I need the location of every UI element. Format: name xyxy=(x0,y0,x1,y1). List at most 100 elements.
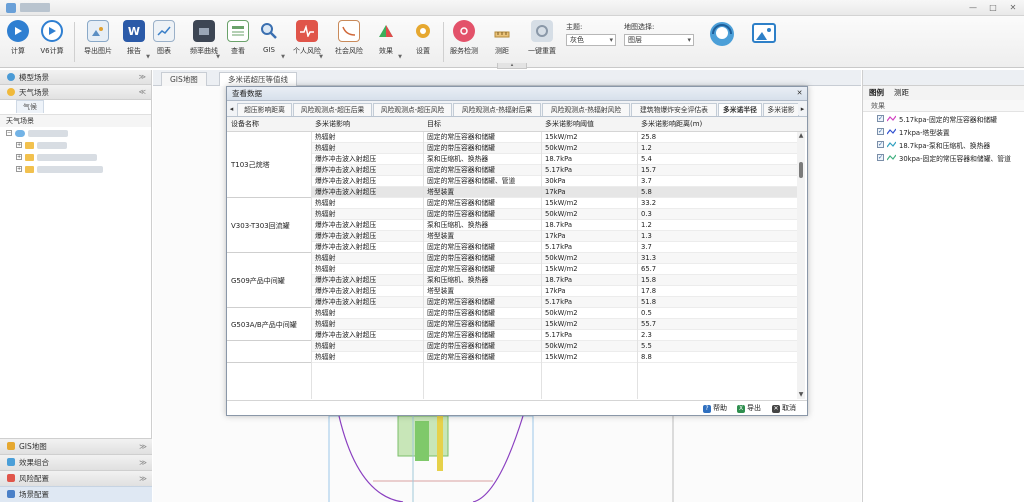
close-icon[interactable]: ✕ xyxy=(1006,2,1020,13)
table-row[interactable]: 热辐射 固定的常压容器和储罐 15kW/m2 55.7 xyxy=(311,319,797,330)
model-scene-header[interactable]: 模型场景 ≫ xyxy=(0,70,151,85)
tab-observe-thermal-risk[interactable]: 风险观测点-热辐射风险 xyxy=(542,103,630,116)
tree-node[interactable]: + xyxy=(0,163,151,175)
frequency-curve-button[interactable]: 频率曲线 ▼ xyxy=(186,20,222,60)
col-distance[interactable]: 多米诺影响距离(m) xyxy=(641,117,702,132)
expand-icon[interactable]: + xyxy=(16,166,22,172)
tab-measure[interactable]: 测距 xyxy=(894,86,909,100)
device-name-cell[interactable]: G509产品中间罐 xyxy=(231,276,285,286)
social-risk-button[interactable]: 社会风险 xyxy=(331,20,367,56)
effect-button[interactable]: 效果 ▼ xyxy=(368,20,404,60)
collapse-icon[interactable]: − xyxy=(6,130,12,136)
legend-checkbox[interactable]: ✓ xyxy=(877,128,884,135)
gis-button[interactable]: GIS ▼ xyxy=(251,20,287,60)
table-row[interactable]: 爆炸冲击波入射超压 固定的常压容器和储罐 5.17kPa 2.3 xyxy=(311,330,797,341)
tab-building-explosion-assessment[interactable]: 建筑物爆炸安全评估表 xyxy=(631,103,717,116)
col-device-name[interactable]: 设备名称 xyxy=(231,117,259,132)
device-name-cell[interactable]: V303-T303回流罐 xyxy=(231,221,290,231)
scene-config-item[interactable]: 场景配置 xyxy=(0,486,152,502)
cancel-button[interactable]: ✕ 取消 xyxy=(772,403,796,414)
device-name-cell[interactable]: G503A/B产品中间罐 xyxy=(231,320,297,330)
table-row[interactable]: 热辐射 固定的常压容器和储罐 15kW/m2 33.2 xyxy=(311,198,797,209)
measure-button[interactable]: 测距 xyxy=(484,20,520,56)
scroll-thumb[interactable] xyxy=(799,162,803,178)
chevron-down-icon[interactable]: ▼ xyxy=(398,54,402,60)
service-check-button[interactable]: 服务检测 xyxy=(446,20,482,56)
table-row[interactable]: 爆炸冲击波入射超压 泵和压缩机、换热器 18.7kPa 5.4 xyxy=(311,154,797,165)
legend-item[interactable]: ✓ 17kpa-塔型装置 xyxy=(863,125,1024,138)
device-name-cell[interactable]: T103己烷塔 xyxy=(231,160,270,170)
table-row[interactable]: 爆炸冲击波入射超压 塔型装置 17kPa 1.3 xyxy=(311,231,797,242)
table-row[interactable]: 爆炸冲击波入射超压 固定的常压容器和储罐 5.17kPa 15.7 xyxy=(311,165,797,176)
table-row[interactable]: 热辐射 固定的常压容器和储罐 15kW/m2 25.8 xyxy=(311,132,797,143)
settings-button[interactable]: 设置 xyxy=(405,20,441,56)
legend-checkbox[interactable]: ✓ xyxy=(877,115,884,122)
support-button[interactable] xyxy=(704,20,740,48)
tab-gis-map[interactable]: GIS地图 xyxy=(161,72,207,86)
effect-group-header[interactable]: 效果组合 ≫ xyxy=(0,454,152,470)
map-select[interactable]: 图层 xyxy=(624,34,694,46)
tab-domino-overpressure-contour[interactable]: 多米诺超压等值线 xyxy=(219,72,297,86)
table-row[interactable]: 热辐射 固定的常压容器和储罐 15kW/m2 8.8 xyxy=(311,352,797,363)
table-row[interactable]: 爆炸冲击波入射超压 泵和压缩机、换热器 18.7kPa 1.2 xyxy=(311,220,797,231)
tree-node[interactable]: + xyxy=(0,151,151,163)
one-click-reset-button[interactable]: 一键重置 xyxy=(524,20,560,56)
export-button[interactable]: X 导出 xyxy=(737,403,761,414)
col-domino-effect[interactable]: 多米诺影响 xyxy=(315,117,350,132)
table-row[interactable]: 爆炸冲击波入射超压 固定的常压容器和储罐、管道 30kPa 3.7 xyxy=(311,176,797,187)
table-row[interactable]: 热辐射 固定的带压容器和储罐 50kW/m2 31.3 xyxy=(311,253,797,264)
legend-item[interactable]: ✓ 30kpa-固定的常压容器和储罐、管道 xyxy=(863,151,1024,164)
table-row[interactable]: 热辐射 固定的带压容器和储罐 50kW/m2 5.5 xyxy=(311,341,797,352)
table-row[interactable]: 爆炸冲击波入射超压 塔型装置 17kPa 5.8 xyxy=(311,187,797,198)
v6-calculate-button[interactable]: V6计算 xyxy=(34,20,70,56)
table-row[interactable]: 热辐射 固定的带压容器和储罐 50kW/m2 0.5 xyxy=(311,308,797,319)
scroll-up-icon[interactable]: ▲ xyxy=(797,132,805,140)
table-row[interactable]: 热辐射 固定的常压容器和储罐 15kW/m2 65.7 xyxy=(311,264,797,275)
close-icon[interactable]: ✕ xyxy=(795,89,804,98)
legend-checkbox[interactable]: ✓ xyxy=(877,141,884,148)
minimize-icon[interactable]: — xyxy=(966,2,980,13)
table-row[interactable]: 热辐射 固定的带压容器和储罐 50kW/m2 0.3 xyxy=(311,209,797,220)
gallery-button[interactable] xyxy=(746,20,782,46)
gis-map-header[interactable]: GIS地图 ≫ xyxy=(0,438,152,454)
legend-checkbox[interactable]: ✓ xyxy=(877,154,884,161)
col-threshold[interactable]: 多米诺影响阈值 xyxy=(545,117,594,132)
expand-icon[interactable]: + xyxy=(16,142,22,148)
table-row[interactable]: 爆炸冲击波入射超压 塔型装置 17kPa 17.8 xyxy=(311,286,797,297)
tab-observe-thermal-consequence[interactable]: 风险观测点-热辐射后果 xyxy=(453,103,541,116)
chevron-double-icon[interactable]: ≫ xyxy=(139,455,147,471)
chevron-double-icon[interactable]: ≫ xyxy=(139,471,147,487)
weather-scene-header[interactable]: 天气场景 ≪ xyxy=(0,85,151,100)
tab-domino-effect[interactable]: 多米诺影 xyxy=(763,103,799,116)
table-row[interactable]: 爆炸冲击波入射超压 固定的常压容器和储罐 5.17kPa 3.7 xyxy=(311,242,797,253)
chart-button[interactable]: 图表 xyxy=(146,20,182,56)
personal-risk-button[interactable]: 个人风险 ▼ xyxy=(289,20,325,60)
table-row[interactable]: 热辐射 固定的带压容器和储罐 50kW/m2 1.2 xyxy=(311,143,797,154)
grid-scrollbar[interactable]: ▲ ▼ xyxy=(797,132,805,399)
tab-observe-overpressure-consequence[interactable]: 风险观测点-超压后果 xyxy=(293,103,372,116)
legend-item[interactable]: ✓ 18.7kpa-泵和压缩机、换热器 xyxy=(863,138,1024,151)
export-image-button[interactable]: 导出图片 xyxy=(80,20,116,56)
theme-select[interactable]: 灰色 xyxy=(566,34,616,46)
maximize-icon[interactable]: □ xyxy=(986,2,1000,13)
legend-item[interactable]: ✓ 5.17kpa-固定的常压容器和储罐 xyxy=(863,112,1024,125)
chevron-double-icon[interactable]: ≫ xyxy=(139,70,146,85)
risk-config-header[interactable]: 风险配置 ≫ xyxy=(0,470,152,486)
tab-domino-radius[interactable]: 多米诺半径 xyxy=(718,103,762,116)
calculate-button[interactable]: 计算 xyxy=(0,20,36,56)
ribbon-collapse-toggle[interactable]: ▴ xyxy=(497,63,527,69)
col-target[interactable]: 目标 xyxy=(427,117,441,132)
tab-overpressure-distance[interactable]: 超压影响距离 xyxy=(237,103,292,116)
tree-node[interactable]: + xyxy=(0,139,151,151)
scroll-down-icon[interactable]: ▼ xyxy=(797,391,805,399)
table-row[interactable]: 爆炸冲击波入射超压 固定的常压容器和储罐 5.17kPa 51.8 xyxy=(311,297,797,308)
tree-node-root[interactable]: − xyxy=(0,127,151,139)
table-row[interactable]: 爆炸冲击波入射超压 泵和压缩机、换热器 18.7kPa 15.8 xyxy=(311,275,797,286)
chevron-down-icon[interactable]: ▼ xyxy=(281,54,285,60)
chevron-double-icon[interactable]: ≫ xyxy=(139,439,147,455)
tab-scroll-left-icon[interactable]: ◂ xyxy=(227,103,236,115)
climate-subtab[interactable]: 气候 xyxy=(0,100,151,115)
tab-scroll-right-icon[interactable]: ▸ xyxy=(798,103,807,115)
expand-icon[interactable]: + xyxy=(16,154,22,160)
tab-legend[interactable]: 图例 xyxy=(869,86,884,100)
